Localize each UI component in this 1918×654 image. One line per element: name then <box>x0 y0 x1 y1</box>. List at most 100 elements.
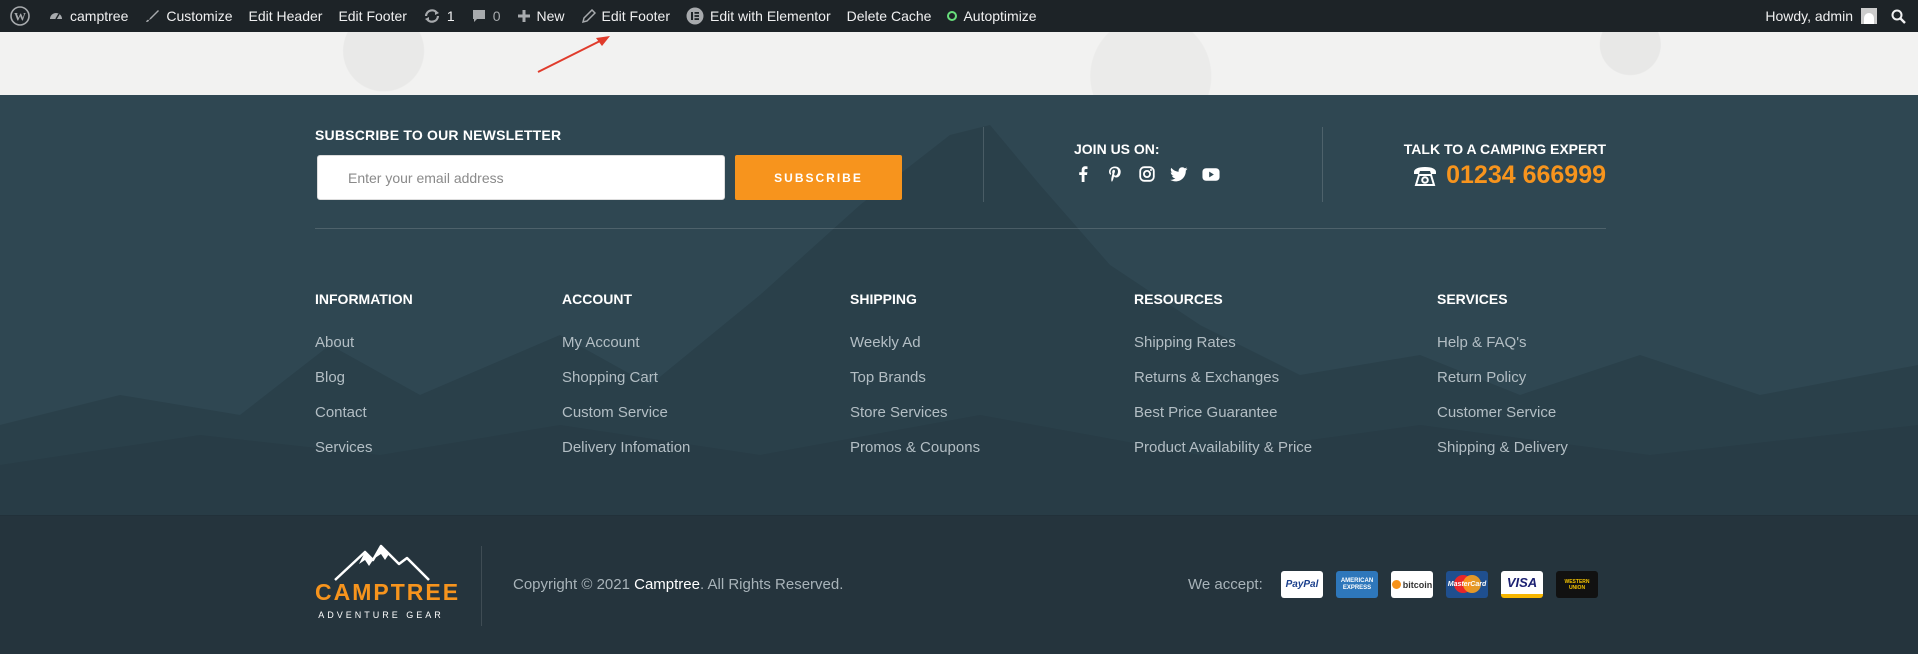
footer-link-customer-service[interactable]: Customer Service <box>1437 395 1568 430</box>
youtube-icon[interactable] <box>1202 165 1220 183</box>
delete-cache-link[interactable]: Delete Cache <box>839 0 940 32</box>
delete-cache-label: Delete Cache <box>846 8 932 24</box>
brush-icon <box>144 8 160 24</box>
footer-link-top-brands[interactable]: Top Brands <box>850 360 980 395</box>
newsletter-email-input[interactable] <box>317 155 725 200</box>
column-title: ACCOUNT <box>562 291 632 307</box>
american-express-icon: AMERICAN EXPRESS <box>1336 571 1378 598</box>
footer-link-returns-exchanges[interactable]: Returns & Exchanges <box>1134 360 1312 395</box>
footer-link-shopping-cart[interactable]: Shopping Cart <box>562 360 690 395</box>
card-label: PayPal <box>1285 579 1319 590</box>
phone-number-link[interactable]: 01234 666999 <box>1412 161 1606 190</box>
my-account-menu[interactable]: Howdy, admin <box>1757 0 1885 32</box>
footer-link-about[interactable]: About <box>315 325 413 360</box>
card-label: MasterCard <box>1447 581 1487 588</box>
footer-link-shipping-delivery[interactable]: Shipping & Delivery <box>1437 430 1568 465</box>
logo-tagline: ADVENTURE GEAR <box>318 610 444 620</box>
footer-column-services: SERVICES Help & FAQ's Return Policy Cust… <box>1437 291 1568 465</box>
updates-count: 1 <box>446 8 455 24</box>
footer-link-help-faq[interactable]: Help & FAQ's <box>1437 325 1568 360</box>
annotation-arrow-icon <box>537 36 610 73</box>
footer-link-shipping-rates[interactable]: Shipping Rates <box>1134 325 1312 360</box>
footer-column-shipping: SHIPPING Weekly Ad Top Brands Store Serv… <box>850 291 980 465</box>
card-label: WESTERN UNION <box>1564 578 1590 591</box>
footer-link-store-services[interactable]: Store Services <box>850 395 980 430</box>
telephone-icon <box>1414 166 1437 186</box>
pinterest-icon[interactable] <box>1106 165 1124 183</box>
plus-icon <box>517 9 531 23</box>
card-label: AMERICAN EXPRESS <box>1340 577 1374 591</box>
bitcoin-coin-icon <box>1391 580 1401 589</box>
footer-link-custom-service[interactable]: Custom Service <box>562 395 690 430</box>
footer-link-return-policy[interactable]: Return Policy <box>1437 360 1568 395</box>
edit-with-elementor-link[interactable]: Edit with Elementor <box>678 0 839 32</box>
phone-number: 01234 666999 <box>1446 161 1606 189</box>
content-background-strip <box>0 32 1918 95</box>
footer-divider <box>315 228 1606 229</box>
admin-bar-right: Howdy, admin <box>1757 0 1918 32</box>
footer-link-contact[interactable]: Contact <box>315 395 413 430</box>
footer-link-delivery-information[interactable]: Delivery Infomation <box>562 430 690 465</box>
status-dot-icon <box>947 11 958 21</box>
comments-link[interactable]: 0 <box>463 0 509 32</box>
social-links <box>1074 165 1220 183</box>
footer-link-product-availability[interactable]: Product Availability & Price <box>1134 430 1312 465</box>
twitter-icon[interactable] <box>1170 165 1188 183</box>
customize-label: Customize <box>166 8 233 24</box>
admin-bar: W camptree Customize Edit Header Edit Fo… <box>0 0 1918 32</box>
camptree-logo[interactable]: CAMPTREE ADVENTURE GEAR <box>315 544 461 624</box>
customize-link[interactable]: Customize <box>136 0 240 32</box>
footer-link-services[interactable]: Services <box>315 430 413 465</box>
edit-header-label: Edit Header <box>248 8 323 24</box>
copyright-brand: Camptree <box>634 576 700 593</box>
footer-content: SUBSCRIBE TO OUR NEWSLETTER SUBSCRIBE JO… <box>315 95 1606 515</box>
edit-footer-label: Edit Footer <box>338 8 407 24</box>
card-label: bitcoin <box>1402 579 1433 590</box>
divider <box>983 127 984 202</box>
payment-methods: PayPal AMERICAN EXPRESS bitcoin MasterCa… <box>1281 571 1598 598</box>
comment-icon <box>471 8 487 24</box>
subscribe-button[interactable]: SUBSCRIBE <box>735 155 902 200</box>
footer-column-information: INFORMATION About Blog Contact Services <box>315 291 413 465</box>
new-content-link[interactable]: New <box>509 0 573 32</box>
column-title: INFORMATION <box>315 291 413 307</box>
new-label: New <box>536 8 565 24</box>
autoptimize-link[interactable]: Autoptimize <box>939 0 1044 32</box>
newsletter-heading: SUBSCRIBE TO OUR NEWSLETTER <box>315 127 562 143</box>
edit-with-elementor-label: Edit with Elementor <box>710 8 831 24</box>
updates-link[interactable]: 1 <box>415 0 463 32</box>
camping-expert-heading: TALK TO A CAMPING EXPERT <box>1403 141 1606 157</box>
footer-column-account: ACCOUNT My Account Shopping Cart Custom … <box>562 291 690 465</box>
edit-footer-post-link[interactable]: Edit Footer <box>573 0 678 32</box>
edit-footer-link[interactable]: Edit Footer <box>330 0 414 32</box>
site-name-menu[interactable]: camptree <box>40 0 136 32</box>
edit-footer-post-label: Edit Footer <box>601 8 671 24</box>
edit-header-link[interactable]: Edit Header <box>241 0 331 32</box>
search-icon <box>1891 9 1906 24</box>
footer-link-my-account[interactable]: My Account <box>562 325 690 360</box>
wordpress-icon: W <box>10 6 30 26</box>
mountain-logo-icon <box>334 544 430 581</box>
join-us-heading: JOIN US ON: <box>1074 141 1160 157</box>
logo-name: CAMPTREE <box>315 579 461 605</box>
we-accept-label: We accept: <box>1188 576 1263 593</box>
comments-count: 0 <box>492 8 501 24</box>
footer-link-best-price-guarantee[interactable]: Best Price Guarantee <box>1134 395 1312 430</box>
footer-top: SUBSCRIBE TO OUR NEWSLETTER SUBSCRIBE JO… <box>0 95 1918 515</box>
footer-column-resources: RESOURCES Shipping Rates Returns & Excha… <box>1134 291 1312 465</box>
wordpress-menu[interactable]: W <box>0 0 40 32</box>
copyright-text: Copyright © 2021 Camptree. All Rights Re… <box>513 576 843 593</box>
svg-text:W: W <box>14 10 26 24</box>
elementor-icon <box>686 7 704 25</box>
admin-search-button[interactable] <box>1885 0 1918 32</box>
copyright-prefix: Copyright © 2021 <box>513 576 635 593</box>
divider <box>1322 127 1323 202</box>
updates-icon <box>423 8 441 24</box>
mastercard-icon: MasterCard <box>1446 571 1488 598</box>
footer-link-blog[interactable]: Blog <box>315 360 413 395</box>
instagram-icon[interactable] <box>1138 165 1156 183</box>
facebook-icon[interactable] <box>1074 165 1092 183</box>
footer-link-weekly-ad[interactable]: Weekly Ad <box>850 325 980 360</box>
card-label: VISA <box>1506 575 1538 590</box>
footer-link-promos-coupons[interactable]: Promos & Coupons <box>850 430 980 465</box>
